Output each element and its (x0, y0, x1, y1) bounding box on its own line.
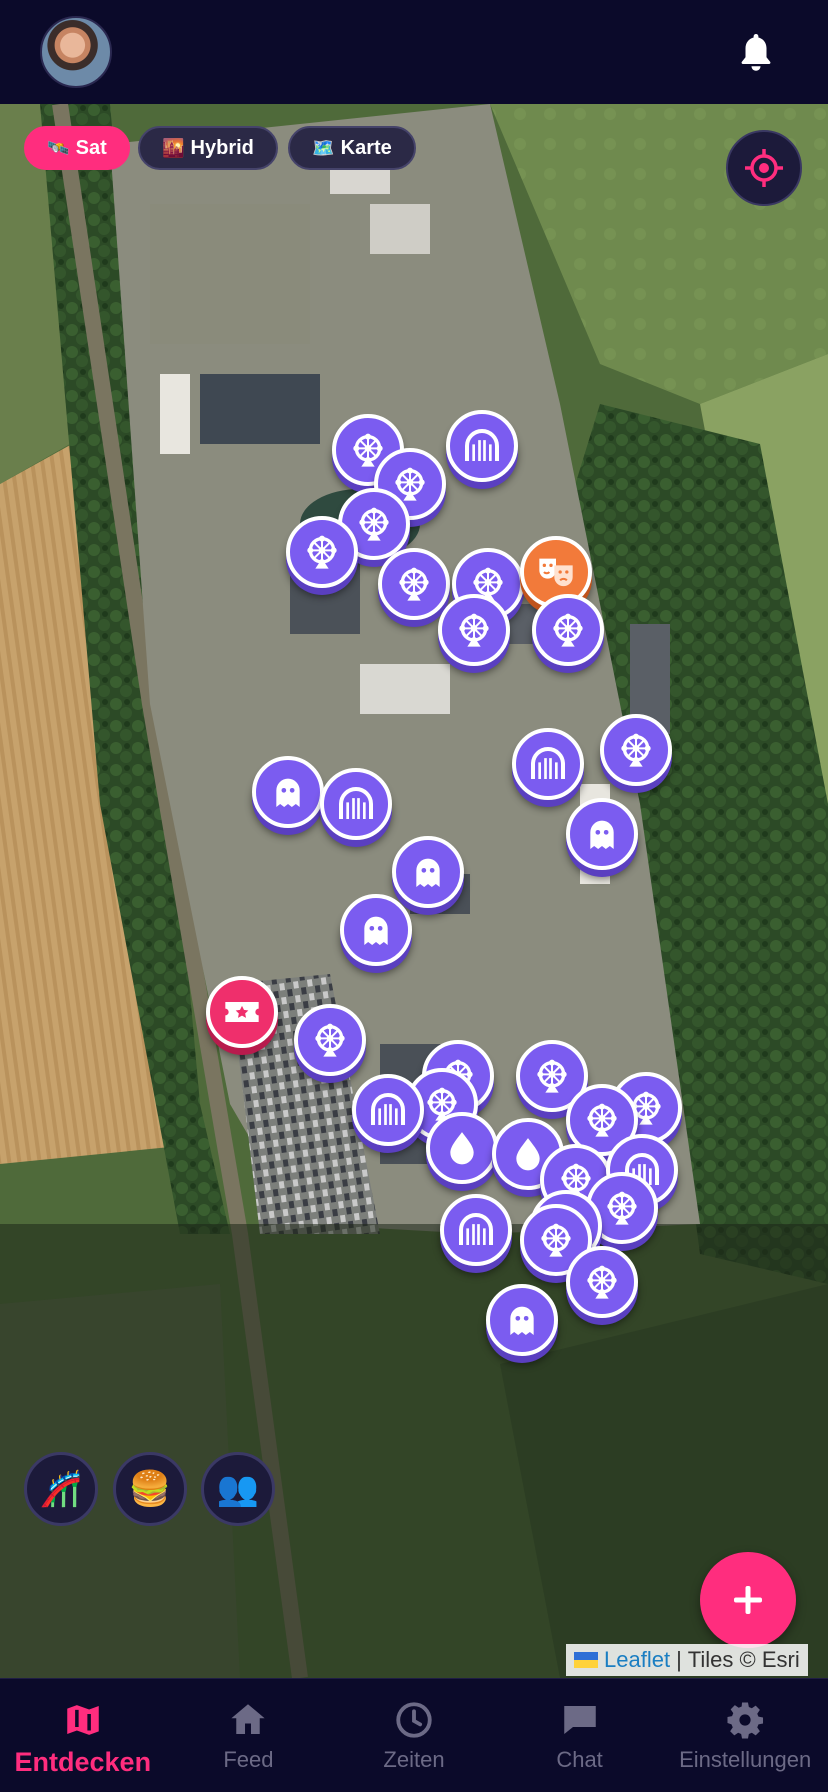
tickets-icon (225, 1002, 259, 1022)
nav-label-einstellungen: Einstellungen (679, 1747, 812, 1772)
nav-zeiten[interactable]: Zeiten (331, 1679, 497, 1792)
map-marker-coaster[interactable] (512, 728, 584, 800)
nav-chat[interactable]: Chat (497, 1679, 663, 1792)
map-marker-ghost[interactable] (392, 836, 464, 908)
ride-icon (607, 1191, 637, 1225)
map-marker-ride[interactable] (438, 594, 510, 666)
ride-icon (359, 507, 389, 541)
bottom-navigation: Entdecken Feed Zeiten Chat Einstellungen (0, 1678, 828, 1792)
chat-icon (563, 1706, 596, 1734)
layer-hybrid-button[interactable]: 🌇 Hybrid (138, 126, 278, 170)
layer-karte-label: Karte (340, 136, 392, 159)
avatar[interactable] (40, 16, 112, 88)
gear-icon (727, 1702, 764, 1739)
ride-icon (587, 1103, 617, 1137)
map-marker-ghost[interactable] (486, 1284, 558, 1356)
top-bar (0, 0, 828, 104)
roller-coaster-icon: 🎢 (39, 1469, 83, 1509)
ride-icon (307, 535, 337, 569)
nav-label-chat: Chat (556, 1747, 603, 1772)
add-button[interactable] (700, 1552, 796, 1648)
bell-icon[interactable] (738, 30, 774, 74)
map-marker-coaster[interactable] (352, 1074, 424, 1146)
map-icon (67, 1705, 99, 1735)
map-marker-ghost[interactable] (340, 894, 412, 966)
attractions-filter-button[interactable]: 🎢 (24, 1452, 98, 1526)
map-marker-coaster[interactable] (440, 1194, 512, 1266)
ride-icon (621, 733, 651, 767)
layer-hybrid-label: Hybrid (190, 136, 254, 159)
map-marker-ride[interactable] (294, 1004, 366, 1076)
food-filter-button[interactable]: 🍔 (113, 1452, 187, 1526)
nav-feed[interactable]: Feed (166, 1679, 332, 1792)
water-icon (450, 1132, 474, 1165)
ghost-icon (416, 858, 440, 887)
coaster-icon (465, 429, 499, 461)
map-marker-ride[interactable] (532, 594, 604, 666)
burger-icon: 🍔 (128, 1469, 172, 1509)
tiles-credit: Tiles © Esri (687, 1647, 800, 1672)
city-icon: 🌇 (162, 137, 185, 158)
map-marker-ghost[interactable] (566, 798, 638, 870)
ride-icon (459, 613, 489, 647)
coaster-icon (339, 787, 373, 819)
ride-icon (553, 613, 583, 647)
coaster-icon (531, 747, 565, 779)
map-marker-ride[interactable] (600, 714, 672, 786)
plus-icon (734, 1586, 762, 1614)
map-marker-ghost[interactable] (252, 756, 324, 828)
layer-sat-label: Sat (75, 136, 107, 159)
home-icon (231, 1704, 266, 1734)
friends-filter-button[interactable]: 👥 (201, 1452, 275, 1526)
layer-sat-button[interactable]: 🛰️ Sat (24, 126, 130, 170)
poi-markers (0, 104, 828, 1678)
satellite-icon: 🛰️ (47, 137, 70, 158)
nav-label-zeiten: Zeiten (383, 1747, 445, 1772)
locate-button[interactable] (726, 130, 802, 206)
nav-einstellungen[interactable]: Einstellungen (662, 1679, 828, 1792)
ride-icon (399, 567, 429, 601)
show-icon (539, 558, 573, 587)
attribution-separator: | (676, 1647, 682, 1672)
nav-entdecken[interactable]: Entdecken (0, 1679, 166, 1792)
ghost-icon (510, 1306, 534, 1335)
crosshair-icon (745, 149, 783, 187)
clock-icon (396, 1702, 432, 1738)
map-marker-ride[interactable] (566, 1246, 638, 1318)
ghost-icon (590, 820, 614, 849)
layer-karte-button[interactable]: 🗺️ Karte (288, 126, 416, 170)
app-root: 🛰️ Sat 🌇 Hybrid 🗺️ Karte 🎢 🍔 👥 Leaflet |… (0, 0, 828, 1792)
map-marker-tickets[interactable] (206, 976, 278, 1048)
ride-icon (541, 1223, 571, 1257)
ghost-icon (276, 778, 300, 807)
map-marker-water[interactable] (426, 1112, 498, 1184)
ghost-icon (364, 916, 388, 945)
coaster-icon (371, 1093, 405, 1125)
map-marker-coaster[interactable] (446, 410, 518, 482)
map-marker-ride[interactable] (378, 548, 450, 620)
leaflet-link[interactable]: Leaflet (604, 1647, 670, 1673)
coaster-icon (459, 1213, 493, 1245)
ukraine-flag-icon (574, 1652, 598, 1668)
map-marker-ride[interactable] (286, 516, 358, 588)
ride-icon (587, 1265, 617, 1299)
people-icon: 👥 (216, 1469, 260, 1509)
map-view[interactable] (0, 104, 828, 1678)
nav-label-feed: Feed (223, 1747, 274, 1772)
map-marker-coaster[interactable] (320, 768, 392, 840)
ride-icon (537, 1059, 567, 1093)
map-icon: 🗺️ (312, 137, 335, 158)
map-attribution: Leaflet | Tiles © Esri (566, 1644, 808, 1676)
nav-label-entdecken: Entdecken (14, 1747, 152, 1777)
ride-icon (315, 1023, 345, 1057)
